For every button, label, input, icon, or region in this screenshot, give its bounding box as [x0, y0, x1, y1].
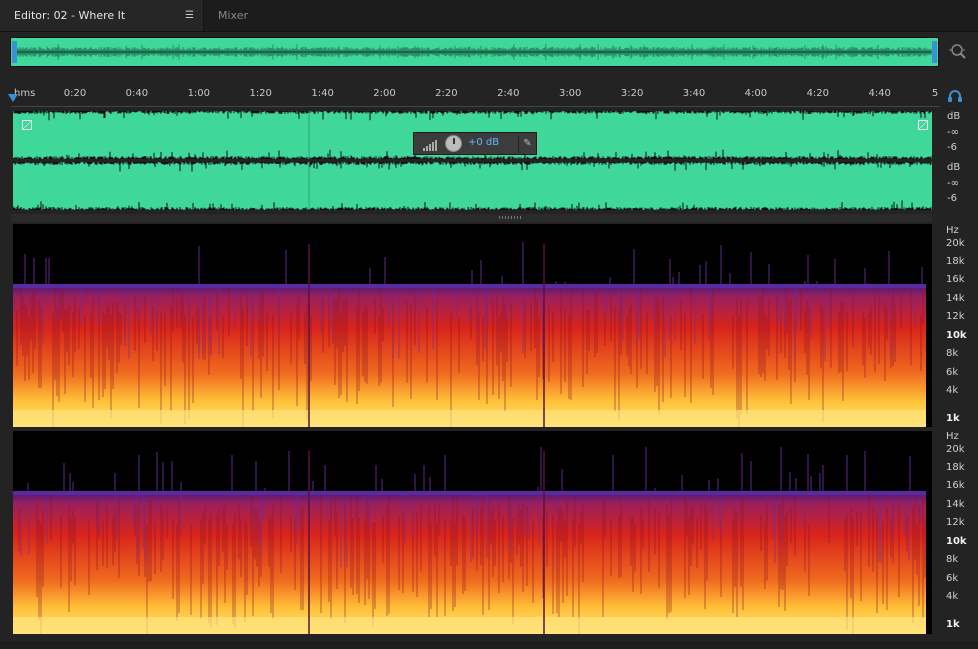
hz-label: 10k	[946, 536, 967, 547]
ruler-tick-label: 4:40	[868, 88, 891, 99]
spectral-left-graphic	[13, 224, 932, 427]
headset-icon[interactable]	[947, 89, 963, 103]
ruler-tick-label: 3:00	[558, 88, 582, 99]
ruler-tick-label: 4:20	[806, 88, 830, 99]
db-minus6-right: -6	[947, 193, 957, 204]
hz-label: 20k	[946, 444, 965, 455]
ruler-tick-label: 1:20	[249, 88, 272, 99]
ruler-tick-label: 4:00	[744, 88, 768, 99]
tab-mixer[interactable]: Mixer	[204, 0, 262, 31]
ruler-tick-label: 3:20	[620, 88, 644, 99]
hz-label: 4k	[946, 591, 959, 602]
ruler-tick-label: 2:40	[497, 88, 520, 99]
hz-label: 16k	[946, 480, 965, 491]
tab-editor[interactable]: Editor: 02 - Where It Begins.mp3 ☰	[0, 0, 204, 53]
hz-label: 16k	[946, 274, 965, 285]
hz-scale-left: Hz 20k 18k 16k 14k 12k 10k 8k 6k 4k 1k	[940, 224, 978, 430]
hz-label: 6k	[946, 367, 959, 378]
db-unit-right: dB	[947, 162, 961, 173]
hz-label: 18k	[946, 462, 965, 473]
fade-out-handle[interactable]	[918, 120, 928, 130]
zoom-icon[interactable]	[948, 41, 968, 61]
ruler-tick-label: 5	[931, 88, 939, 99]
hud-gain-control: +0 dB ✎	[413, 132, 537, 155]
hz-unit-right: Hz	[946, 431, 959, 442]
tab-mixer-label: Mixer	[218, 9, 249, 22]
hz-label: 14k	[946, 499, 965, 510]
spectral-channel-right[interactable]	[13, 431, 932, 634]
db-scale-left: dB -∞ -6	[942, 111, 978, 163]
db-minus-inf-right: -∞	[947, 178, 959, 189]
ruler-tick-label: 1:00	[187, 88, 211, 99]
splitter-grip[interactable]	[499, 216, 523, 219]
overview-waveform-graphic	[16, 44, 932, 60]
hz-label: 14k	[946, 293, 965, 304]
waveform-channel-right[interactable]	[13, 162, 932, 210]
hz-label: 12k	[946, 517, 965, 528]
ruler-tick-label: 1:40	[311, 88, 334, 99]
pin-icon[interactable]: ✎	[518, 136, 536, 153]
hz-scale-right: Hz 20k 18k 16k 14k 12k 10k 8k 6k 4k 1k	[940, 430, 978, 636]
time-ruler[interactable]: hms 0:20 0:40 1:00 1:20 1:40 2:00 2:20 2:40 3:00…	[11, 83, 940, 107]
hz-label: 6k	[946, 573, 959, 584]
hamburger-icon[interactable]: ☰	[185, 0, 194, 31]
hz-label: 1k	[946, 619, 960, 630]
playhead-marker[interactable]	[8, 94, 18, 102]
hz-label: 4k	[946, 385, 959, 396]
hz-unit-left: Hz	[946, 225, 959, 236]
overview-right-handle[interactable]	[932, 41, 937, 63]
tab-bar: Editor: 02 - Where It Begins.mp3 ☰ Mixer	[0, 0, 978, 53]
bottom-status-strip	[0, 641, 978, 649]
hz-label: 10k	[946, 330, 967, 341]
overview-left-handle[interactable]	[12, 41, 17, 63]
gain-knob[interactable]	[445, 135, 462, 152]
gain-value[interactable]: +0 dB	[468, 137, 499, 148]
overview-waveform[interactable]	[10, 37, 939, 67]
fade-in-handle[interactable]	[22, 120, 32, 130]
ruler-tick-label: 3:40	[682, 88, 706, 99]
spectral-right-graphic	[13, 431, 932, 634]
volume-bars-icon	[423, 140, 437, 151]
hz-label: 18k	[946, 256, 965, 267]
ruler-tick-label: 0:40	[125, 88, 149, 99]
hz-label: 12k	[946, 311, 965, 322]
ruler-tick-label: 0:20	[63, 88, 87, 99]
hz-label: 8k	[946, 554, 959, 565]
view-splitter[interactable]	[11, 214, 932, 222]
hz-label: 20k	[946, 238, 965, 249]
spectral-channel-left[interactable]	[13, 224, 932, 427]
db-scale-right: dB -∞ -6	[942, 162, 978, 214]
ruler-tick-label: 2:20	[435, 88, 458, 99]
db-minus6-left: -6	[947, 142, 957, 153]
hz-label: 8k	[946, 348, 959, 359]
db-minus-inf-left: -∞	[947, 127, 959, 138]
waveform-right-graphic	[13, 162, 932, 210]
hz-label: 1k	[946, 413, 960, 424]
ruler-baseline	[11, 106, 940, 107]
ruler-tick-label: 2:00	[373, 88, 396, 99]
db-unit-left: dB	[947, 111, 961, 122]
